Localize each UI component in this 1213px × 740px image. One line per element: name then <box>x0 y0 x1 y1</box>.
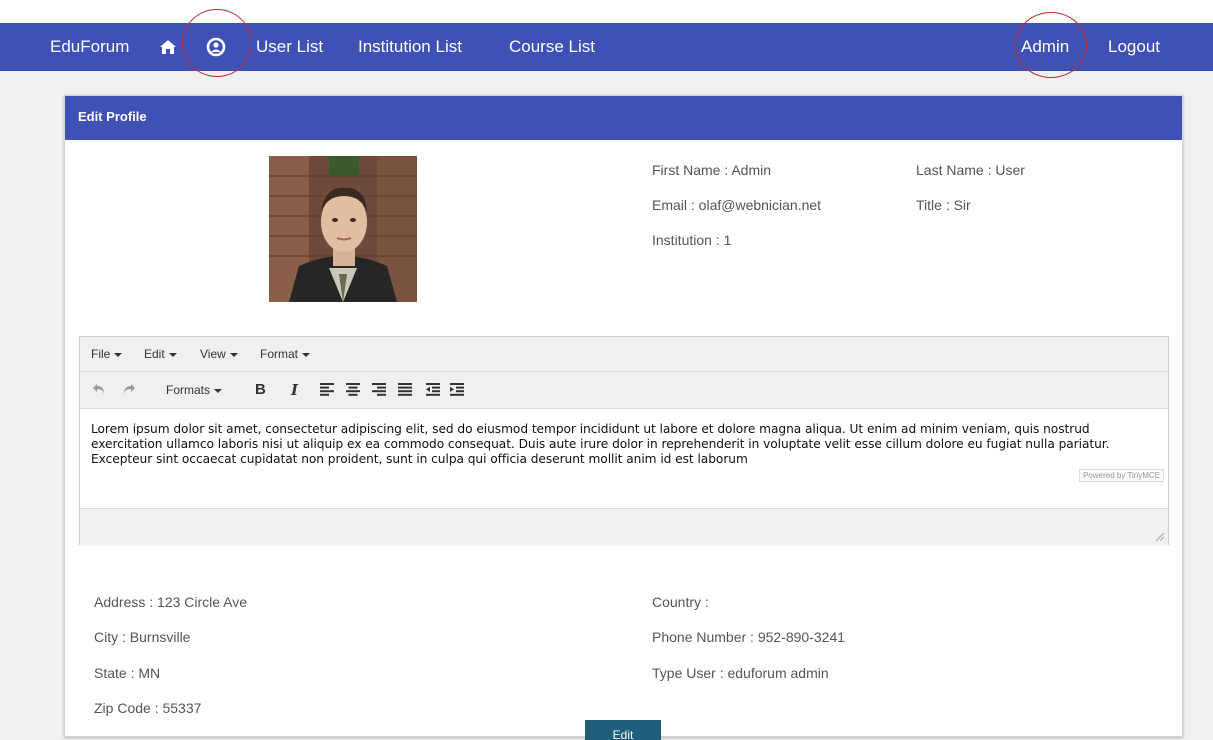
bold-button[interactable]: B <box>255 372 266 408</box>
align-right-icon[interactable] <box>372 383 386 396</box>
powered-by-tinymce[interactable]: Powered by TinyMCE <box>1079 469 1164 482</box>
country-field: Country : <box>652 594 709 610</box>
editor-content-area[interactable]: Lorem ipsum dolor sit amet, consectetur … <box>91 422 1161 467</box>
edit-button[interactable]: Edit <box>585 720 661 740</box>
panel-title: Edit Profile <box>65 96 1182 140</box>
rich-text-editor: File Edit View Format Formats B I Lorem … <box>79 336 1169 545</box>
home-icon[interactable] <box>159 39 177 55</box>
undo-icon[interactable] <box>92 383 106 395</box>
editor-statusbar <box>80 508 1168 545</box>
top-navbar: EduForum User List Institution List Cour… <box>0 23 1213 71</box>
redo-icon[interactable] <box>122 383 136 395</box>
editor-toolbar: Formats B I <box>80 372 1168 409</box>
nav-admin[interactable]: Admin <box>1021 23 1069 71</box>
user-circle-icon[interactable] <box>206 37 226 57</box>
brand-link[interactable]: EduForum <box>50 23 129 71</box>
outdent-icon[interactable] <box>426 383 440 396</box>
italic-button[interactable]: I <box>291 372 298 408</box>
formats-dropdown[interactable]: Formats <box>166 372 223 408</box>
state-field: State : MN <box>94 665 161 681</box>
title-field: Title : Sir <box>916 197 971 213</box>
last-name-field: Last Name : User <box>916 162 1025 178</box>
align-center-icon[interactable] <box>346 383 360 396</box>
indent-icon[interactable] <box>450 383 464 396</box>
first-name-field: First Name : Admin <box>652 162 772 178</box>
align-left-icon[interactable] <box>320 383 334 396</box>
phone-number-field: Phone Number : 952-890-3241 <box>652 629 846 645</box>
edit-profile-panel: Edit Profile First Name : Admin Last Nam… <box>64 95 1183 740</box>
city-field: City : Burnsville <box>94 629 191 645</box>
nav-user-list[interactable]: User List <box>256 23 323 71</box>
top-margin <box>0 0 1213 23</box>
zip-code-field: Zip Code : 55337 <box>94 700 202 716</box>
nav-logout[interactable]: Logout <box>1108 23 1160 71</box>
menu-view[interactable]: View <box>200 337 238 371</box>
institution-field: Institution : 1 <box>652 232 732 248</box>
align-justify-icon[interactable] <box>398 383 412 396</box>
resize-handle-icon[interactable] <box>1156 533 1164 541</box>
editor-menubar: File Edit View Format <box>80 337 1168 372</box>
address-field: Address : 123 Circle Ave <box>94 594 248 610</box>
type-user-field: Type User : eduforum admin <box>652 665 829 681</box>
menu-file[interactable]: File <box>91 337 123 371</box>
email-field: Email : olaf@webnician.net <box>652 197 822 213</box>
menu-format[interactable]: Format <box>260 337 311 371</box>
profile-photo <box>269 156 417 302</box>
nav-institution-list[interactable]: Institution List <box>358 23 462 71</box>
nav-course-list[interactable]: Course List <box>509 23 595 71</box>
menu-edit[interactable]: Edit <box>144 337 177 371</box>
